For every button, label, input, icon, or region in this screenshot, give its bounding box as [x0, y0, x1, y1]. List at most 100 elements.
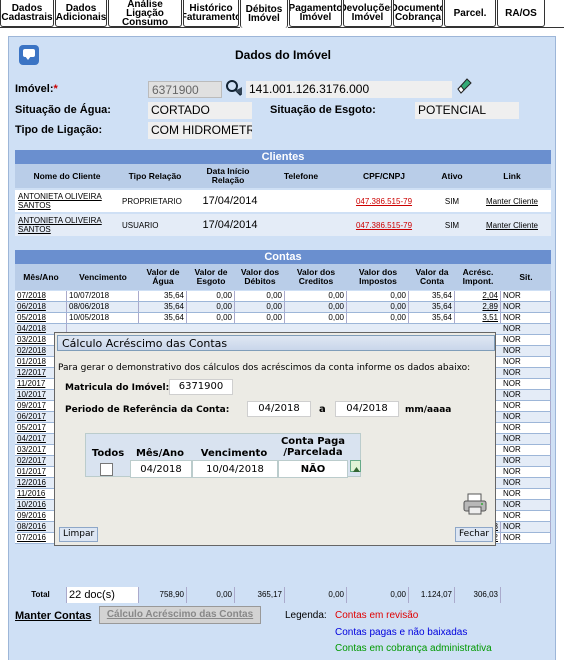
cell-acresc[interactable]: 3,51	[455, 313, 501, 323]
tab-dados-adicionais[interactable]: Dados Adicionais	[55, 0, 107, 27]
cell-valor-creditos: 0,00	[285, 302, 347, 312]
tab-debitos-imovel[interactable]: Débitos Imóvel	[240, 0, 288, 28]
contas-header: Mês/Ano Vencimento Valor de Água Valor d…	[15, 264, 551, 290]
conta-row: 07/2018 10/07/2018 35,64 0,00 0,00 0,00 0,00 35…	[15, 291, 551, 302]
total-impostos: 0,00	[347, 587, 409, 603]
periodo-label: Periodo de Referência da Conta:	[65, 405, 230, 415]
manter-cliente-link[interactable]: Manter Cliente	[473, 214, 551, 236]
printer-icon[interactable]	[463, 493, 487, 515]
cell-sit: NOR	[501, 291, 551, 301]
tab-parcelamento[interactable]: Parcel.	[444, 0, 496, 27]
col-link: Link	[503, 170, 521, 181]
cell-sit: NOR	[501, 423, 551, 433]
cell-vencimento: 10/07/2018	[67, 291, 139, 301]
tab-bar: Dados Cadastrais Dados Adicionais Anális…	[0, 0, 564, 28]
cell-valor-impostos: 0,00	[347, 302, 409, 312]
cell-sit: NOR	[501, 379, 551, 389]
col-cpf-cnpj: CPF/CNPJ	[362, 170, 406, 181]
periodo-fim-input[interactable]: 04/2018	[335, 401, 399, 417]
col-mes-ano: Mês/Ano	[23, 271, 59, 282]
tab-ra-os[interactable]: RA/OS	[497, 0, 545, 27]
cliente-cpf-link[interactable]: 047.386.515-79	[337, 190, 431, 212]
col-valor-agua: Valor de Água	[146, 267, 180, 286]
cell-mes-ano[interactable]: 06/2018	[15, 302, 67, 312]
cell-sit: NOR	[501, 434, 551, 444]
matricula-label: Matricula do Imóvel:	[65, 383, 170, 393]
clientes-header: Nome do Cliente Tipo Relação Data Início…	[15, 164, 551, 188]
total-conta: 1.124,07	[409, 587, 455, 603]
todos-checkbox[interactable]	[100, 463, 113, 476]
dlg-row-vencimento: 10/04/2018	[192, 460, 278, 478]
tab-divider	[288, 27, 564, 28]
periodo-inicio-input[interactable]: 04/2018	[247, 401, 311, 417]
col-todos: Todos	[91, 448, 125, 459]
dialog-contas-table: Todos Mês/Ano Vencimento Conta Paga /Par…	[85, 433, 361, 478]
cell-valor-agua: 35,64	[139, 313, 187, 323]
cell-valor-creditos: 0,00	[285, 291, 347, 301]
cell-mes-ano[interactable]: 05/2018	[15, 313, 67, 323]
total-creditos: 0,00	[285, 587, 347, 603]
manter-cliente-link[interactable]: Manter Cliente	[473, 190, 551, 212]
limpar-button[interactable]: Limpar	[59, 527, 99, 542]
cliente-data: 17/04/2014	[202, 195, 258, 207]
col-valor-impostos: Valor dos Impostos	[358, 267, 398, 286]
tab-documento-cobranca[interactable]: Documento Cobrança	[393, 0, 443, 27]
cell-valor-creditos: 0,00	[285, 313, 347, 323]
legenda-cobranca: Contas em cobrança administrativa	[335, 643, 492, 654]
cliente-nome-link[interactable]: ANTONIETA OLIVEIRA SANTOS	[18, 190, 118, 212]
cliente-cpf-link[interactable]: 047.386.515-79	[337, 214, 431, 236]
dialog-instruction: Para gerar o demonstrativo dos cálculos …	[58, 363, 471, 373]
cell-valor-conta: 35,64	[409, 313, 455, 323]
cell-sit: NOR	[501, 368, 551, 378]
legenda-pagas: Contas pagas e não baixadas	[335, 627, 468, 638]
page-title: Dados do Imóvel	[15, 41, 551, 69]
conta-row: 06/2018 08/06/2018 35,64 0,00 0,00 0,00 0,00 35…	[15, 302, 551, 313]
cell-sit: NOR	[501, 313, 551, 323]
cell-sit: NOR	[501, 456, 551, 466]
tab-historico-faturamento[interactable]: Histórico Faturamento	[183, 0, 239, 27]
situacao-esgoto-value: POTENCIAL	[415, 102, 519, 119]
cell-sit: NOR	[501, 478, 551, 488]
cell-valor-esgoto: 0,00	[187, 302, 235, 312]
cell-vencimento: 08/06/2018	[67, 302, 139, 312]
cell-sit: NOR	[501, 357, 551, 367]
cell-valor-impostos: 0,00	[347, 313, 409, 323]
col-nome-cliente: Nome do Cliente	[33, 170, 101, 181]
tab-dados-cadastrais[interactable]: Dados Cadastrais	[0, 0, 54, 27]
tipo-ligacao-label: Tipo de Ligação:	[15, 124, 103, 136]
dialog-matricula-field: 6371900	[169, 379, 233, 395]
cell-acresc[interactable]: 2,89	[455, 302, 501, 312]
calculo-acrescimo-button[interactable]: Cálculo Acréscimo das Contas	[99, 606, 261, 624]
cell-sit: NOR	[501, 511, 551, 521]
cell-sit: NOR	[501, 500, 551, 510]
tipo-ligacao-value: COM HIDROMETR	[148, 122, 252, 139]
cell-mes-ano[interactable]: 07/2018	[15, 291, 67, 301]
search-icon[interactable]	[225, 79, 243, 97]
cell-valor-agua: 35,64	[139, 302, 187, 312]
tab-devolucoes-imovel[interactable]: Devoluções Imóvel	[343, 0, 392, 27]
col-sit: Sit.	[519, 271, 533, 282]
cell-sit: NOR	[501, 467, 551, 477]
help-chat-icon[interactable]	[19, 45, 39, 65]
matricula-field[interactable]: 6371900	[148, 81, 222, 98]
manter-contas-link[interactable]: Manter Contas	[15, 610, 91, 622]
tab-pagamento-imovel[interactable]: Pagamento Imóvel	[289, 0, 342, 27]
eraser-icon[interactable]	[457, 77, 473, 95]
cell-valor-conta: 35,64	[409, 302, 455, 312]
cell-valor-debitos: 0,00	[235, 291, 285, 301]
total-debitos: 365,17	[235, 587, 285, 603]
dlg-row-mes-ano: 04/2018	[130, 460, 192, 478]
fechar-button[interactable]: Fechar	[455, 527, 494, 542]
col-dlg-conta-paga: Conta Paga /Parcelada	[280, 436, 346, 458]
cliente-telefone	[267, 190, 337, 212]
cell-acresc[interactable]: 2,04	[455, 291, 501, 301]
col-valor-esgoto: Valor de Esgoto	[194, 267, 228, 286]
cliente-ativo: SIM	[444, 220, 460, 230]
scroll-up-icon[interactable]	[350, 460, 361, 472]
cell-valor-esgoto: 0,00	[187, 313, 235, 323]
cell-sit: NOR	[501, 533, 551, 543]
cliente-nome-link[interactable]: ANTONIETA OLIVEIRA SANTOS	[18, 214, 118, 236]
cliente-data: 17/04/2014	[202, 219, 258, 231]
cliente-tipo: USUARIO	[122, 220, 159, 230]
tab-analise-ligacao-consumo[interactable]: Análise Ligação Consumo	[108, 0, 182, 27]
